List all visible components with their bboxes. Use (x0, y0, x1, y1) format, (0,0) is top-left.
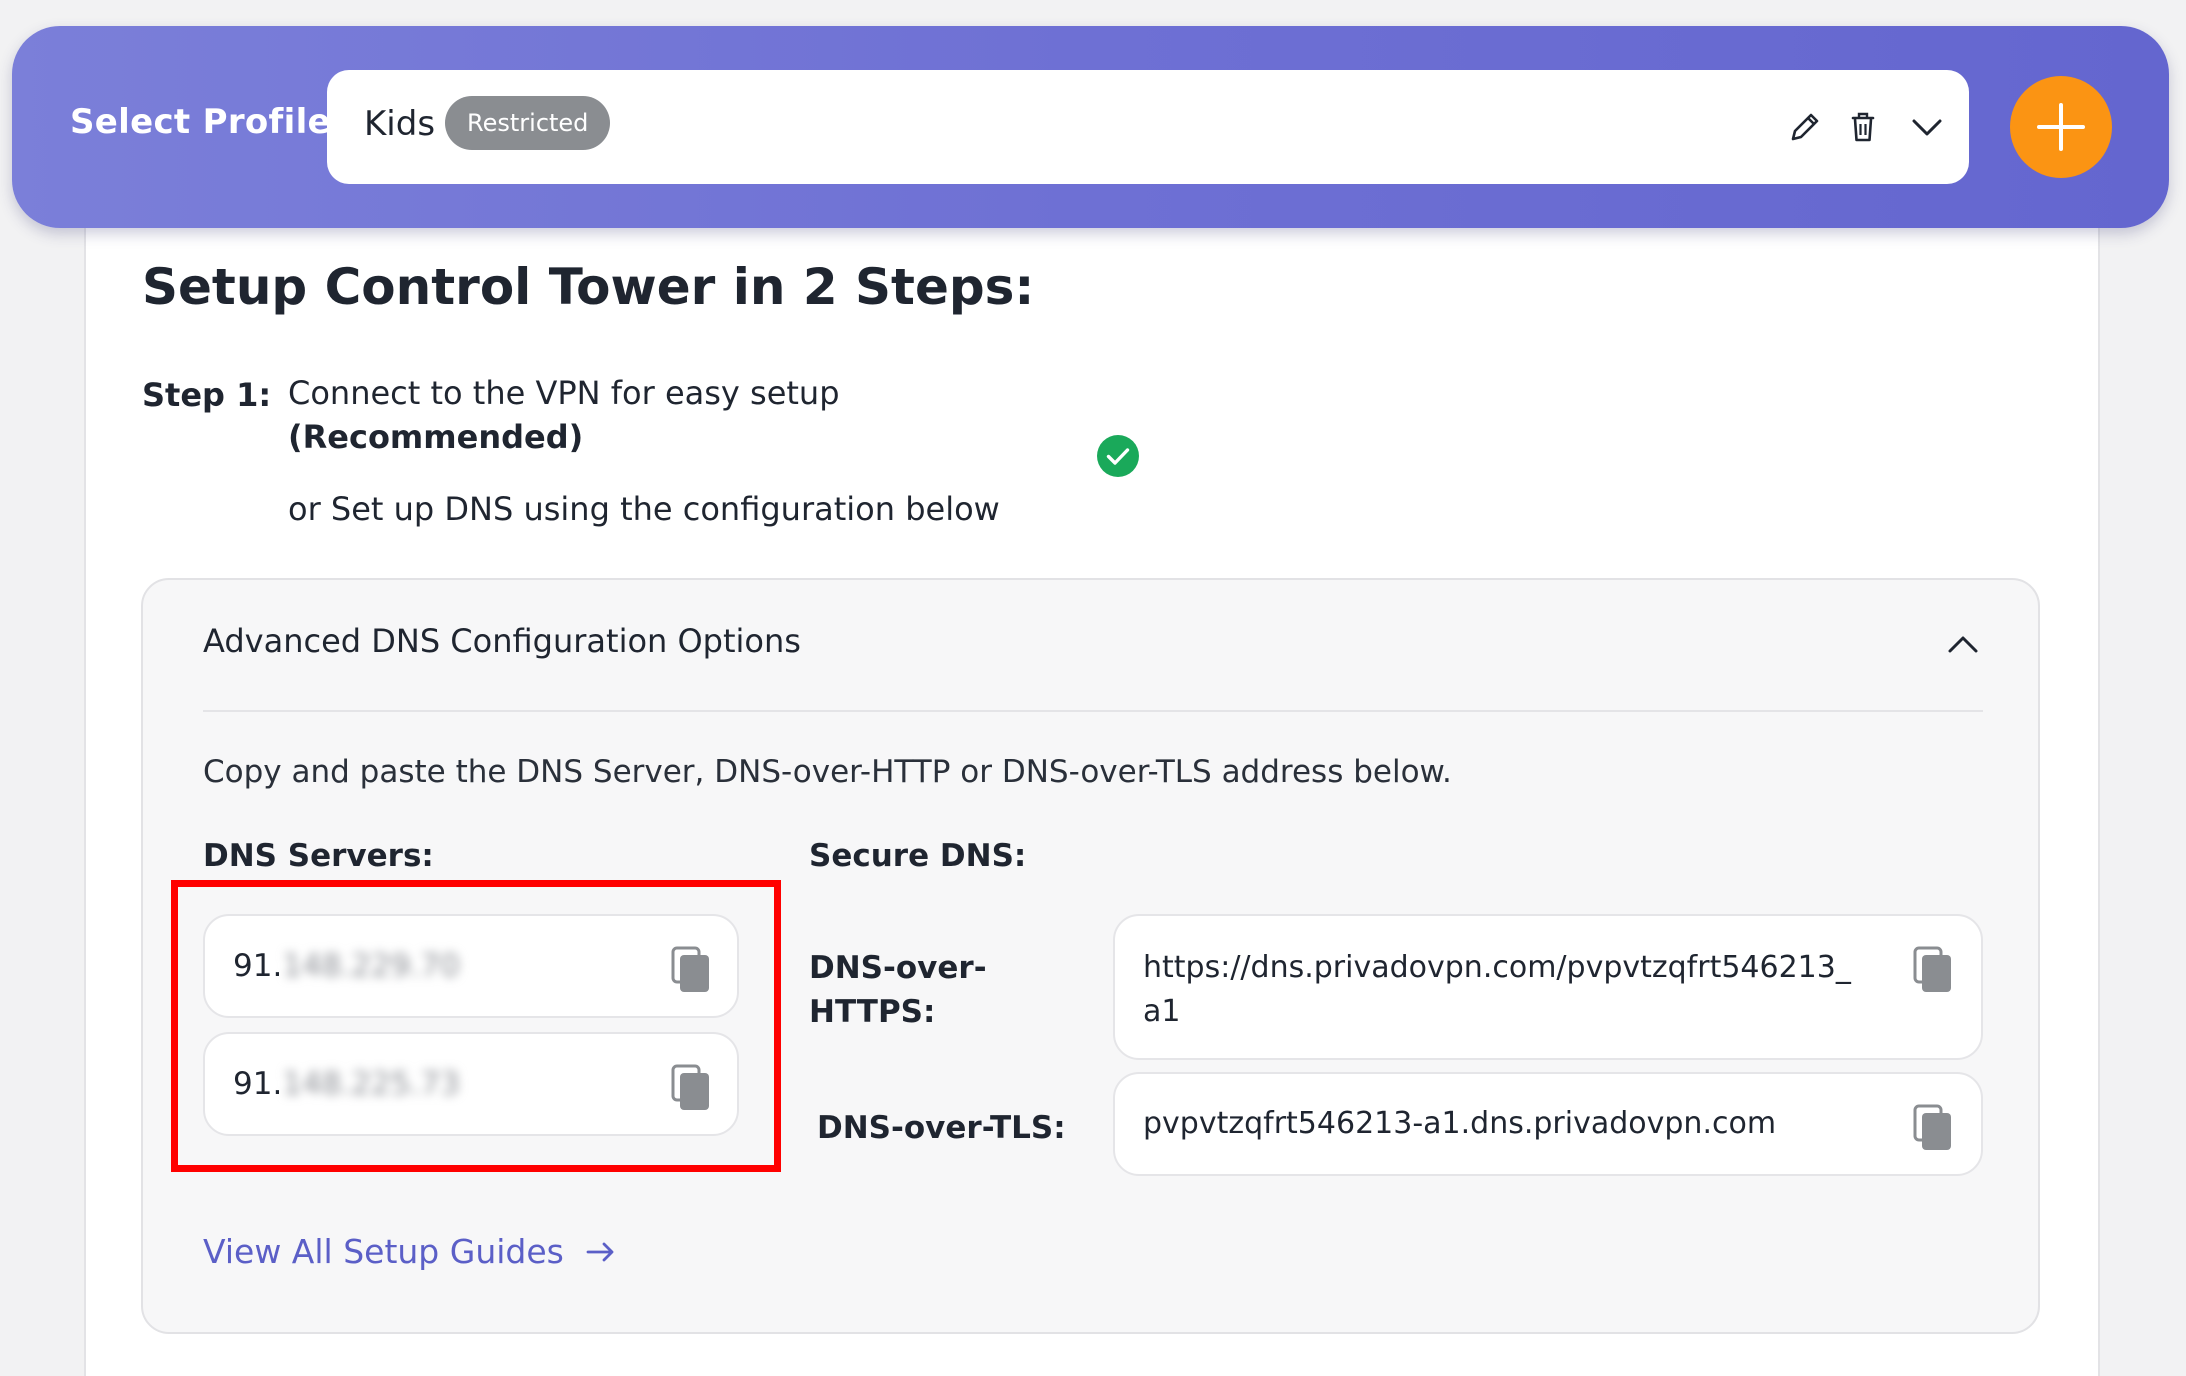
secure-dns-label: Secure DNS: (809, 838, 1027, 874)
dns-description: Copy and paste the DNS Server, DNS-over-… (203, 754, 1452, 790)
highlight-box (171, 880, 781, 1172)
guides-link-label: View All Setup Guides (203, 1232, 564, 1271)
profile-name: Kids (364, 104, 436, 144)
page-title: Setup Control Tower in 2 Steps: (142, 258, 1035, 316)
view-setup-guides-link[interactable]: View All Setup Guides (203, 1232, 616, 1271)
copy-icon[interactable] (1913, 1104, 1953, 1152)
advanced-dns-toggle[interactable]: Advanced DNS Configuration Options (203, 622, 801, 660)
arrow-right-icon (586, 1242, 614, 1261)
dot-field[interactable]: pvpvtzqfrt546213-a1.dns.privadovpn.com (1113, 1072, 1983, 1176)
step1-alternative: or Set up DNS using the configuration be… (288, 490, 1000, 528)
trash-icon[interactable] (1841, 105, 1885, 149)
page: Select Profile: Kids Restricted Setup Co… (0, 0, 2186, 1376)
dns-servers-label: DNS Servers: (203, 838, 434, 874)
chevron-down-icon[interactable] (1905, 105, 1949, 149)
restricted-badge: Restricted (445, 96, 611, 150)
divider (203, 710, 1983, 712)
advanced-dns-panel: Advanced DNS Configuration Options Copy … (141, 578, 2040, 1334)
doh-address[interactable]: https://dns.privadovpn.com/pvpvtzqfrt546… (1143, 946, 1851, 1034)
doh-field[interactable]: https://dns.privadovpn.com/pvpvtzqfrt546… (1113, 914, 1983, 1060)
pencil-icon[interactable] (1783, 105, 1827, 149)
add-profile-button[interactable] (2010, 76, 2112, 178)
doh-label: DNS-over- HTTPS: (809, 950, 987, 1030)
plus-icon (2037, 103, 2085, 151)
profile-selector[interactable]: Kids Restricted (327, 70, 1969, 184)
dot-address[interactable]: pvpvtzqfrt546213-a1.dns.privadovpn.com (1143, 1106, 1776, 1141)
chevron-up-icon[interactable] (1943, 624, 1983, 664)
select-profile-label: Select Profile: (70, 102, 345, 142)
step1-text: Connect to the VPN for easy setup (288, 374, 840, 412)
profile-header: Select Profile: Kids Restricted (12, 26, 2169, 228)
step1-label: Step 1: (142, 376, 272, 414)
dot-label: DNS-over-TLS: (817, 1110, 1066, 1146)
check-circle-icon (1096, 434, 1140, 478)
copy-icon[interactable] (1913, 946, 1953, 994)
step1-recommended: (Recommended) (288, 418, 584, 456)
